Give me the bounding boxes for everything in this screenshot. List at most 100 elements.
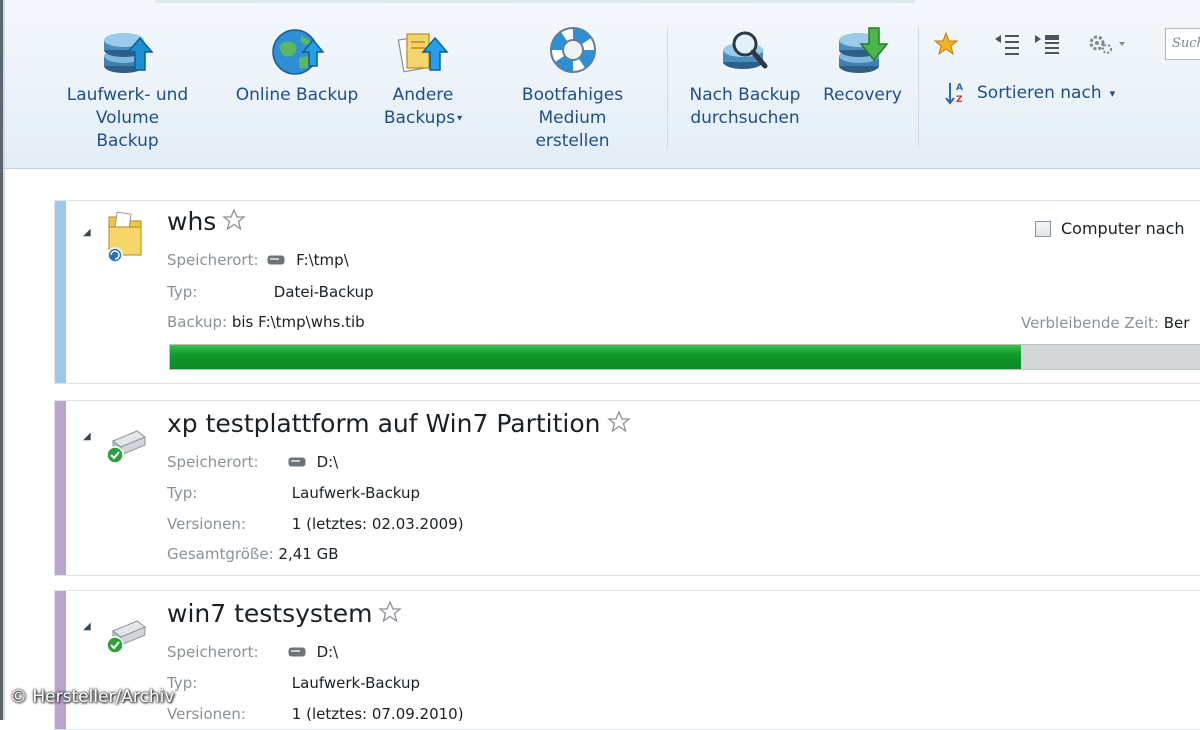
- recovery-label: Recovery: [823, 85, 902, 105]
- backup-card-win7-testsystem[interactable]: ◢ win7 testsystem Speicherort: D:\ Typ: …: [54, 590, 1200, 730]
- other-backups-label: Andere Backups ▾: [373, 84, 473, 130]
- bootable-media-button[interactable]: Bootfahiges Medium erstellen: [510, 22, 635, 153]
- versions-label: Versionen:: [167, 515, 246, 533]
- remaining-time-value: Ber: [1163, 314, 1190, 332]
- chevron-down-icon: ▾: [1109, 86, 1116, 100]
- other-backups-text: Andere Backups: [383, 85, 456, 128]
- disk-volume-backup-label: Laufwerk- und Volume Backup: [66, 85, 189, 151]
- location-label: Speicherort:: [167, 453, 259, 471]
- location-label: Speicherort:: [167, 643, 259, 661]
- globe-upload-icon: [272, 29, 325, 75]
- sort-by-button[interactable]: A Z Sortieren nach ▾: [945, 80, 1115, 106]
- hard-drive-icon: [288, 457, 306, 467]
- online-backup-button[interactable]: Online Backup: [227, 22, 367, 107]
- disk-restore-icon: [838, 27, 889, 73]
- backup-card-whs[interactable]: ◢ whs Speicherort: F:\tmp\ Typ: Datei-Ba…: [54, 200, 1200, 384]
- favorites-button[interactable]: [933, 28, 959, 60]
- expand-list-button[interactable]: [1033, 28, 1063, 60]
- disk-backup-icon: [103, 33, 154, 73]
- search-backup-label: Nach Backup durchsuchen: [689, 85, 801, 128]
- versions-value: 1 (letztes: 07.09.2010): [291, 705, 464, 723]
- backup-target-row: Backup: bis F:\tmp\whs.tib: [167, 313, 365, 331]
- type-value: Laufwerk-Backup: [291, 674, 421, 692]
- settings-button[interactable]: [1087, 28, 1127, 60]
- versions-label: Versionen:: [167, 705, 246, 723]
- list-expand-icon: [1035, 35, 1059, 54]
- size-label: Gesamtgröße:: [167, 545, 274, 563]
- online-backup-label: Online Backup: [235, 85, 359, 105]
- backup-card-xp-testplattform[interactable]: ◢ xp testplattform auf Win7 Partition Sp…: [54, 400, 1200, 576]
- sort-by-label: Sortieren nach: [977, 83, 1102, 103]
- location-row: Speicherort: F:\tmp\: [167, 251, 349, 269]
- toolbar: Laufwerk- und Volume Backup Online Backu…: [5, 0, 1200, 169]
- list-collapse-icon: [995, 35, 1019, 55]
- toolbar-separator: [918, 28, 919, 148]
- backup-title-text: win7 testsystem: [167, 599, 373, 628]
- backup-title: win7 testsystem: [167, 599, 403, 628]
- drive-backup-ok-icon: [106, 620, 146, 654]
- gear-icon: [1089, 35, 1125, 54]
- remaining-time-label: Verbleibende Zeit:: [1021, 314, 1159, 332]
- hard-drive-icon: [267, 255, 285, 265]
- type-row: Typ: Laufwerk-Backup: [167, 674, 420, 692]
- star-outline-icon[interactable]: [606, 410, 631, 434]
- type-value: Laufwerk-Backup: [291, 484, 421, 502]
- type-label: Typ:: [167, 484, 198, 502]
- files-upload-icon: [397, 33, 449, 73]
- location-label: Speicherort:: [167, 251, 259, 269]
- svg-text:Z: Z: [956, 95, 963, 105]
- svg-text:A: A: [956, 83, 963, 93]
- sort-az-icon: A Z: [945, 83, 963, 105]
- disk-volume-backup-button[interactable]: Laufwerk- und Volume Backup: [60, 22, 195, 153]
- dropdown-arrow-icon: ▾: [457, 113, 463, 124]
- recovery-button[interactable]: Recovery: [815, 22, 910, 107]
- size-value: 2,41 GB: [278, 545, 339, 563]
- drive-backup-ok-icon: [106, 430, 146, 464]
- backup-target-label: Backup:: [167, 313, 228, 331]
- backup-target-value: bis F:\tmp\whs.tib: [231, 313, 365, 331]
- collapse-list-button[interactable]: [993, 28, 1023, 60]
- type-value: Datei-Backup: [273, 283, 374, 301]
- type-label: Typ:: [167, 674, 198, 692]
- shutdown-option[interactable]: Computer nach: [1035, 219, 1185, 238]
- collapse-arrow-icon[interactable]: ◢: [83, 227, 91, 238]
- type-row: Typ: Datei-Backup: [167, 283, 374, 301]
- card-accent-bar: [55, 201, 66, 383]
- backup-progress-bar: [169, 344, 1200, 370]
- other-backups-button[interactable]: Andere Backups ▾: [373, 22, 473, 130]
- copyright-watermark: © Hersteller/Archiv: [10, 687, 175, 707]
- shutdown-checkbox-label: Computer nach: [1061, 219, 1185, 238]
- search-input[interactable]: Such: [1165, 28, 1200, 60]
- disk-search-icon: [723, 31, 768, 69]
- backup-title: whs: [167, 207, 247, 236]
- backup-title: xp testplattform auf Win7 Partition: [167, 409, 631, 438]
- versions-row: Versionen: 1 (letztes: 07.09.2010): [167, 705, 464, 723]
- type-label: Typ:: [167, 283, 198, 301]
- card-accent-bar: [55, 401, 66, 575]
- card-accent-bar: [55, 591, 66, 729]
- backup-progress-fill: [170, 345, 1021, 369]
- location-row: Speicherort: D:\: [167, 643, 338, 661]
- star-outline-icon[interactable]: [378, 600, 403, 624]
- toolbar-top-line: [155, 0, 915, 3]
- lifebuoy-icon: [549, 27, 596, 73]
- backup-title-text: xp testplattform auf Win7 Partition: [167, 409, 601, 438]
- toolbar-separator: [667, 28, 668, 148]
- type-row: Typ: Laufwerk-Backup: [167, 484, 420, 502]
- versions-row: Versionen: 1 (letztes: 02.03.2009): [167, 515, 464, 533]
- file-backup-icon: [107, 211, 142, 263]
- star-outline-icon[interactable]: [222, 208, 247, 232]
- versions-value: 1 (letztes: 02.03.2009): [291, 515, 464, 533]
- location-row: Speicherort: D:\: [167, 453, 338, 471]
- remaining-time: Verbleibende Zeit: Ber: [1021, 314, 1189, 332]
- search-backup-button[interactable]: Nach Backup durchsuchen: [681, 22, 809, 130]
- hard-drive-icon: [288, 647, 306, 657]
- collapse-arrow-icon[interactable]: ◢: [83, 431, 91, 442]
- backup-title-text: whs: [167, 207, 217, 236]
- shutdown-checkbox[interactable]: [1035, 220, 1051, 237]
- collapse-arrow-icon[interactable]: ◢: [83, 621, 91, 632]
- location-value: D:\: [316, 453, 339, 471]
- location-value: D:\: [316, 643, 339, 661]
- bootable-media-label: Bootfahiges Medium erstellen: [521, 85, 624, 151]
- size-row: Gesamtgröße: 2,41 GB: [167, 545, 339, 563]
